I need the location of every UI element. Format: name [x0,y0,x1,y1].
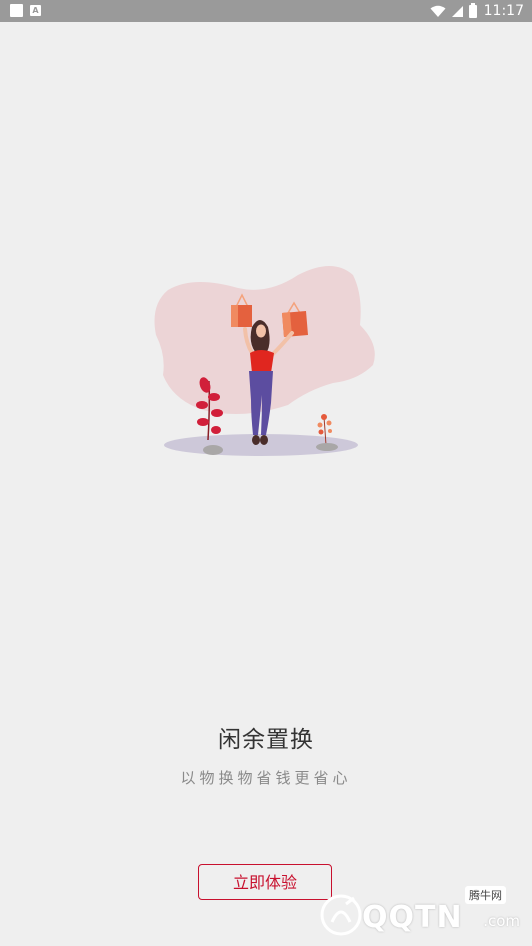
try-now-button[interactable]: 立即体验 [198,864,332,900]
wifi-icon [430,5,446,17]
battery-icon [468,2,477,18]
app-a-icon: A [30,5,41,16]
status-icons: 11:17 [430,0,524,22]
watermark-suffix: .com [483,912,520,930]
qqtn-logo-icon [320,894,362,936]
cell-signal-icon [451,5,463,17]
watermark-tag: 腾牛网 [465,886,506,904]
site-watermark: 腾牛网 QQTN .com [314,884,524,942]
page-title: 闲余置换 [218,727,314,753]
shopping-woman-illustration [154,266,375,456]
status-time: 11:17 [483,3,524,19]
watermark-brand: QQTN [362,900,463,935]
notification-square-icon [10,4,23,17]
page-subtitle: 以物换物省钱更省心 [180,769,352,787]
status-bar: A 11:17 [0,0,532,22]
right-plant [316,414,338,451]
